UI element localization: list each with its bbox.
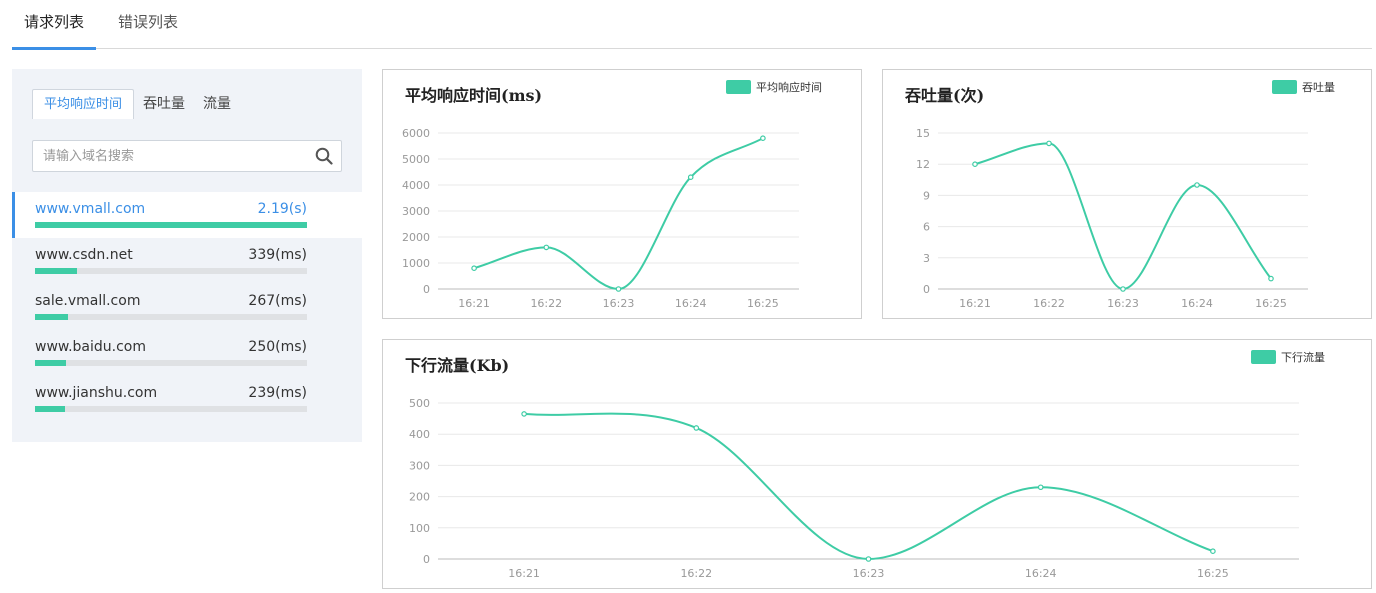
progress-track: [35, 268, 307, 274]
series-line: [974, 142, 1272, 291]
data-point: [615, 286, 622, 292]
tab-throughput[interactable]: 吞吐量: [143, 89, 185, 119]
chart-plot: 0 1000 2000 3000 4000 5000 6000 16:21 16:22 16:23…: [402, 127, 799, 310]
series-line: [524, 412, 1214, 561]
x-tick-label: 16:25: [747, 297, 779, 310]
y-tick-label: 1000: [402, 257, 430, 270]
domain-name: www.csdn.net: [35, 247, 133, 263]
list-item[interactable]: sale.vmall.com 267(ms): [12, 284, 362, 330]
y-tick-label: 100: [409, 522, 430, 535]
progress-track: [35, 222, 307, 228]
tab-traffic[interactable]: 流量: [203, 89, 231, 119]
chart-throughput: 吞吐量(次) 吞吐量 0 3 6 9 12 15 16:21 16:22 16:23 16:24 1…: [882, 69, 1372, 319]
x-tick-label: 16:25: [1255, 297, 1287, 310]
progress-fill: [35, 222, 307, 228]
x-tick-label: 16:21: [508, 567, 540, 580]
list-item[interactable]: www.jianshu.com 239(ms): [12, 376, 362, 422]
data-point: [521, 411, 527, 417]
domain-value: 250(ms): [248, 339, 307, 355]
search-input[interactable]: [33, 141, 303, 171]
y-tick-label: 15: [916, 127, 930, 140]
data-point: [760, 135, 766, 142]
tab-error-list[interactable]: 错误列表: [108, 0, 188, 49]
data-point: [543, 244, 550, 251]
domain-name: www.jianshu.com: [35, 385, 158, 401]
data-point: [1194, 182, 1200, 188]
domain-name: www.baidu.com: [35, 339, 146, 355]
y-tick-label: 3: [923, 252, 930, 265]
data-point: [687, 174, 694, 181]
progress-fill: [35, 360, 66, 366]
list-item[interactable]: www.vmall.com 2.19(s): [12, 192, 362, 238]
domain-value: 239(ms): [248, 385, 307, 401]
y-tick-label: 9: [923, 189, 930, 202]
search-box: [32, 140, 342, 172]
y-tick-label: 2000: [402, 231, 430, 244]
x-tick-label: 16:22: [530, 297, 562, 310]
y-tick-label: 6: [923, 221, 930, 234]
y-tick-label: 200: [409, 491, 430, 504]
y-tick-label: 500: [409, 397, 430, 410]
data-point: [1046, 140, 1052, 147]
data-point: [1210, 548, 1216, 555]
tab-avg-response-time[interactable]: 平均响应时间: [32, 89, 134, 119]
list-item[interactable]: www.baidu.com 250(ms): [12, 330, 362, 376]
progress-track: [35, 360, 307, 366]
x-tick-label: 16:24: [1025, 567, 1057, 580]
chart-plot: 0 100 200 300 400 500 16:21 16:22 16:23 16:24 16:2…: [409, 397, 1299, 580]
y-tick-label: 300: [409, 459, 430, 472]
data-point: [693, 425, 700, 431]
top-tab-bar: 请求列表 错误列表: [12, 0, 1372, 50]
data-point: [1037, 484, 1044, 491]
domain-list: www.vmall.com 2.19(s) www.csdn.net 339(m…: [12, 192, 362, 422]
x-tick-label: 16:24: [675, 297, 707, 310]
data-point: [471, 265, 477, 272]
x-tick-label: 16:25: [1197, 567, 1229, 580]
tab-request-list[interactable]: 请求列表: [12, 0, 96, 50]
progress-fill: [35, 268, 78, 274]
y-tick-label: 0: [423, 283, 430, 296]
progress-fill: [35, 406, 65, 412]
progress-track: [35, 406, 307, 412]
domain-value: 2.19(s): [257, 201, 307, 217]
data-point: [1268, 275, 1274, 282]
progress-track: [35, 314, 307, 320]
chart-downlink-traffic: 下行流量(Kb) 下行流量 0 100 200 300 400 500 16:21 16:22…: [382, 339, 1372, 589]
domain-name: www.vmall.com: [35, 201, 146, 217]
x-tick-label: 16:24: [1181, 297, 1213, 310]
domain-name: sale.vmall.com: [35, 293, 141, 309]
domain-value: 267(ms): [248, 293, 307, 309]
data-point: [972, 161, 978, 168]
x-tick-label: 16:23: [1107, 297, 1139, 310]
data-point: [865, 556, 872, 562]
y-tick-label: 400: [409, 428, 430, 441]
y-tick-label: 0: [923, 283, 930, 296]
y-tick-label: 6000: [402, 127, 430, 140]
data-point: [1120, 286, 1126, 292]
y-tick-label: 12: [916, 158, 930, 171]
x-tick-label: 16:23: [603, 297, 635, 310]
y-tick-label: 4000: [402, 179, 430, 192]
domain-panel: 平均响应时间 吞吐量 流量 www.vmall.com 2.19(s) www.…: [12, 69, 362, 442]
x-tick-label: 16:21: [458, 297, 490, 310]
chart-avg-response-time: 平均响应时间(ms) 平均响应时间 0 1000 2000 3000 4000 5000 6…: [382, 69, 862, 319]
domain-value: 339(ms): [248, 247, 307, 263]
x-tick-label: 16:23: [853, 567, 885, 580]
series-line: [473, 137, 764, 291]
y-tick-label: 5000: [402, 153, 430, 166]
x-tick-label: 16:21: [959, 297, 991, 310]
list-item[interactable]: www.csdn.net 339(ms): [12, 238, 362, 284]
progress-fill: [35, 314, 69, 320]
chart-plot: 0 3 6 9 12 15 16:21 16:22 16:23 16:24 16:25: [916, 127, 1308, 310]
x-tick-label: 16:22: [1033, 297, 1065, 310]
x-tick-label: 16:22: [680, 567, 712, 580]
y-tick-label: 0: [423, 553, 430, 566]
search-icon[interactable]: [315, 147, 333, 165]
y-tick-label: 3000: [402, 205, 430, 218]
